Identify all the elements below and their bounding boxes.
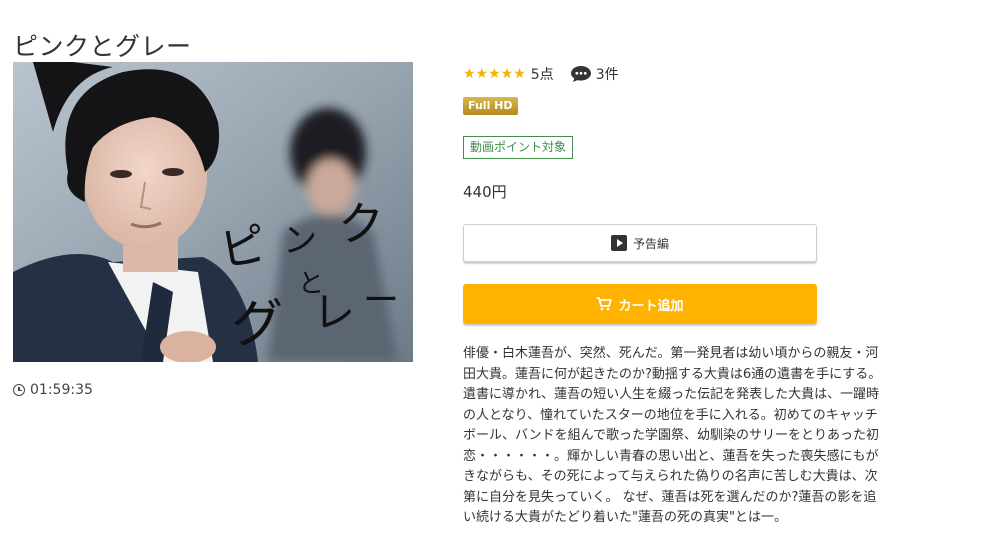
cart-button-label: カート追加 [618, 298, 684, 314]
trailer-button[interactable]: 予告編 [463, 224, 817, 262]
rating-score: 5点 [530, 67, 554, 83]
duration: 01:59:35 [13, 382, 93, 398]
review-count[interactable]: 3件 [596, 64, 619, 84]
add-to-cart-button[interactable]: カート追加 [463, 284, 817, 324]
star-rating: ★★★★★ [463, 66, 526, 82]
page-title: ピンクとグレー [13, 31, 192, 61]
video-points-badge: 動画ポイント対象 [463, 136, 574, 159]
svg-text:ピ: ピ [216, 217, 271, 278]
poster-artwork: ピ ン ク と グ レ ー [13, 62, 413, 362]
svg-text:グ: グ [231, 295, 283, 355]
trailer-button-label: 予告編 [632, 236, 669, 251]
svg-text:レ: レ [313, 288, 355, 337]
fullhd-badge: Full HD [463, 97, 518, 115]
synopsis: 俳優・白木蓮吾が、突然、死んだ。第一発見者は幼い頃からの親友・河 田大貴。蓮吾に… [463, 346, 882, 525]
svg-text:ン: ン [283, 221, 317, 261]
comment-icon[interactable] [570, 65, 592, 83]
duration-text: 01:59:35 [30, 382, 93, 398]
rating-row: ★★★★★ 5点 3件 [463, 64, 619, 84]
play-icon [610, 235, 627, 251]
svg-text:ー: ー [363, 280, 399, 321]
cart-icon [596, 297, 613, 311]
poster-image[interactable]: ピ ン ク と グ レ ー [13, 62, 413, 362]
price: 440円 [463, 183, 507, 201]
clock-icon [13, 384, 25, 396]
svg-text:ク: ク [338, 197, 384, 251]
